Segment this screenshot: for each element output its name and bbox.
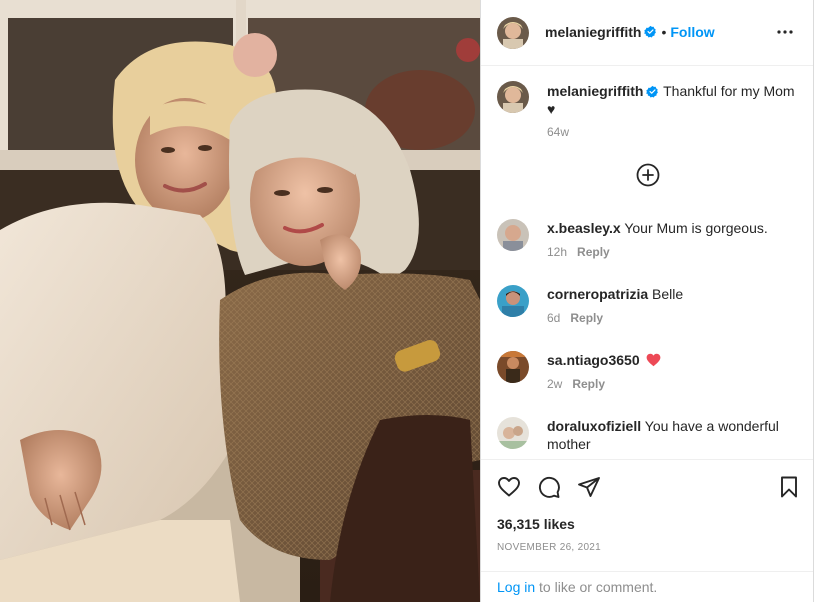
comment-text-line: sa.ntiago3650: [547, 351, 799, 369]
follow-button[interactable]: Follow: [670, 24, 714, 40]
header-line: melaniegriffith • Follow: [545, 24, 715, 42]
red-heart-icon: [646, 354, 660, 367]
commenter-avatar[interactable]: [497, 219, 529, 251]
comment-meta: 6d Reply: [547, 311, 603, 325]
caption: melaniegriffith Thankful for my Mom ♥ 64…: [497, 81, 799, 141]
caption-username[interactable]: melaniegriffith: [547, 83, 643, 99]
comments-scroll[interactable]: melaniegriffith Thankful for my Mom ♥ 64…: [481, 65, 813, 459]
comment-item: corneropatrizia Belle 6d Reply: [497, 285, 799, 335]
action-bar: 36,315 likes NOVEMBER 26, 2021: [481, 459, 813, 572]
login-prompt: to like or comment.: [539, 579, 658, 595]
comment-meta: 12h Reply: [547, 245, 610, 259]
commenter-avatar[interactable]: [497, 417, 529, 449]
login-link[interactable]: Log in: [497, 579, 535, 595]
comment-username[interactable]: sa.ntiago3650: [547, 352, 640, 368]
comment-text-line: doraluxofiziell You have a wonderful mot…: [547, 417, 799, 453]
more-icon[interactable]: [775, 24, 795, 40]
comment-item: sa.ntiago3650 2w Reply: [497, 351, 799, 401]
caption-avatar[interactable]: [497, 81, 529, 113]
comment-item: doraluxofiziell You have a wonderful mot…: [497, 417, 799, 459]
comment-text: Your Mum is gorgeous.: [624, 220, 768, 236]
reply-button[interactable]: Reply: [577, 245, 610, 259]
reply-button[interactable]: Reply: [572, 377, 605, 391]
reply-button[interactable]: Reply: [570, 311, 603, 325]
header-username[interactable]: melaniegriffith: [545, 24, 641, 40]
login-bar: Log in to like or comment.: [481, 571, 813, 603]
comment-text-line: x.beasley.x Your Mum is gorgeous.: [547, 219, 799, 237]
share-icon[interactable]: [577, 475, 601, 499]
login-line: Log in to like or comment.: [497, 579, 657, 595]
comment-item: x.beasley.x Your Mum is gorgeous. 12h Rep…: [497, 219, 799, 269]
post-header: melaniegriffith • Follow: [481, 0, 813, 66]
post-photo[interactable]: [0, 0, 480, 602]
post-viewer: melaniegriffith • Follow melaniegriffith T…: [0, 0, 815, 602]
header-separator: •: [661, 24, 667, 40]
verified-icon: [646, 85, 659, 98]
comment-time[interactable]: 6d: [547, 311, 560, 325]
comment-meta: 2w Reply: [547, 377, 605, 391]
commenter-avatar[interactable]: [497, 351, 529, 383]
verified-icon: [644, 26, 657, 38]
comment-text: Belle: [652, 286, 684, 302]
save-icon[interactable]: [777, 475, 801, 499]
post-panel: melaniegriffith • Follow melaniegriffith T…: [480, 0, 814, 602]
author-avatar[interactable]: [497, 17, 529, 49]
comment-text-line: corneropatrizia Belle: [547, 285, 799, 303]
comment-username[interactable]: x.beasley.x: [547, 220, 621, 236]
comment-icon[interactable]: [537, 475, 561, 499]
comment-time[interactable]: 2w: [547, 377, 562, 391]
comment-username[interactable]: doraluxofiziell: [547, 418, 641, 434]
likes-count[interactable]: 36,315 likes: [497, 516, 575, 532]
comment-username[interactable]: corneropatrizia: [547, 286, 648, 302]
heart-icon[interactable]: [497, 475, 521, 499]
commenter-avatar[interactable]: [497, 285, 529, 317]
caption-time[interactable]: 64w: [547, 125, 569, 139]
post-date[interactable]: NOVEMBER 26, 2021: [497, 542, 601, 553]
caption-text-line: melaniegriffith Thankful for my Mom ♥: [547, 82, 799, 118]
add-comment-icon[interactable]: [636, 163, 660, 187]
comment-time[interactable]: 12h: [547, 245, 567, 259]
